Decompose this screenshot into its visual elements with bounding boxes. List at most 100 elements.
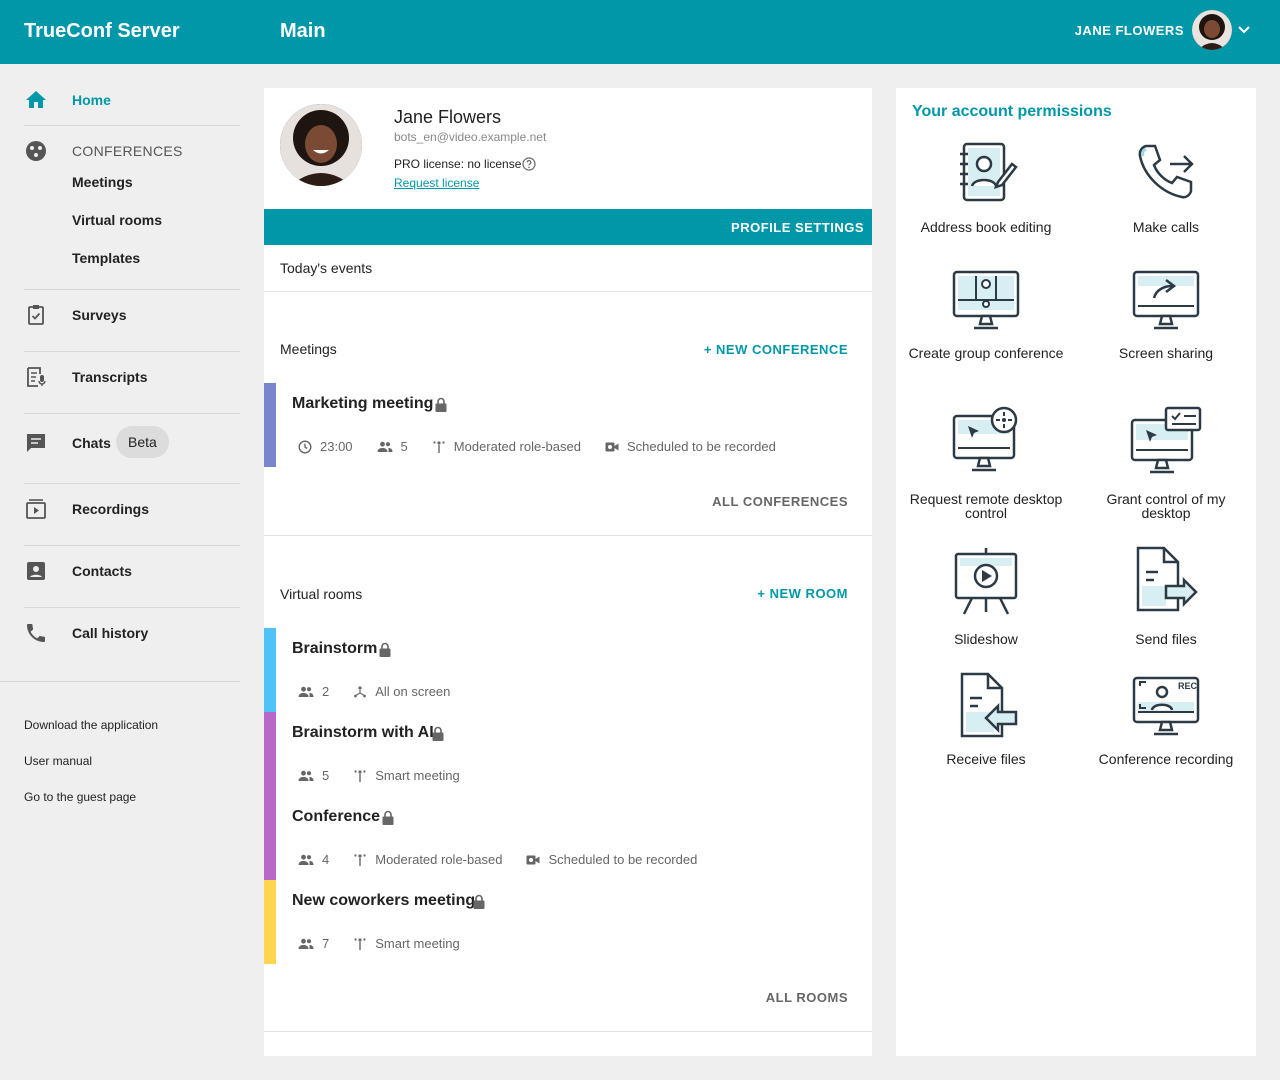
permission-make-calls: Make calls — [1076, 140, 1256, 234]
sidebar-item-transcripts[interactable]: Transcripts — [0, 357, 240, 397]
participant-count: 5 — [400, 439, 408, 454]
permission-label: Address book editing — [920, 219, 1052, 235]
list-item[interactable]: Marketing meeting 23:00 5 Moderated role… — [264, 383, 872, 467]
page-title: Main — [280, 20, 326, 42]
permission-send-files: Send files — [1076, 546, 1256, 646]
list-item[interactable]: Conference 4 Moderated role-based Schedu… — [264, 796, 872, 880]
sidebar-item-templates[interactable]: Templates — [72, 250, 140, 266]
user-name[interactable]: JANE FLOWERS — [1075, 23, 1184, 38]
sidebar-item-home[interactable]: Home — [0, 80, 240, 120]
sidebar-item-surveys[interactable]: Surveys — [0, 295, 240, 335]
divider — [24, 125, 240, 126]
room-mode: All on screen — [375, 684, 451, 699]
room-name[interactable]: Conference — [292, 808, 380, 826]
permission-receive-files: Receive files — [896, 672, 1076, 766]
list-item[interactable]: Brainstorm with AI 5 Smart meeting — [264, 712, 872, 796]
participants-icon — [298, 854, 314, 865]
lock-icon — [431, 726, 445, 742]
request-license-link[interactable]: Request license — [394, 176, 479, 190]
smart-meeting-icon — [354, 769, 366, 782]
record-icon — [605, 442, 619, 451]
meetings-title: Meetings — [280, 341, 337, 357]
profile-settings-bar: PROFILE SETTINGS — [264, 209, 872, 245]
participants-icon — [298, 938, 314, 949]
chat-icon — [24, 431, 48, 455]
permissions-card: Your account permissions Address book ed… — [896, 88, 1256, 1056]
all-rooms-button[interactable]: ALL ROOMS — [766, 990, 848, 1005]
top-bar: TrueConf Server Main JANE FLOWERS — [0, 0, 1280, 64]
main-card: Jane Flowers bots_en@video.example.net P… — [264, 88, 872, 1056]
recording-status: Scheduled to be recorded — [626, 439, 776, 454]
permission-address-book: Address book editing — [896, 140, 1076, 234]
chevron-down-icon[interactable] — [1236, 22, 1252, 38]
color-stripe — [264, 796, 276, 880]
divider — [24, 289, 240, 290]
permission-remote-control: Request remote desktop control — [896, 406, 1076, 520]
permission-grant-control: Grant control of my desktop — [1076, 406, 1256, 520]
slideshow-icon — [954, 548, 1018, 615]
smart-meeting-icon — [354, 937, 366, 950]
all-conferences-button[interactable]: ALL CONFERENCES — [712, 494, 848, 509]
participant-count: 7 — [322, 936, 330, 951]
conferences-icon — [24, 139, 48, 163]
virtual-rooms-title: Virtual rooms — [280, 586, 363, 602]
sidebar-item-call-history[interactable]: Call history — [0, 613, 240, 653]
sidebar-item-meetings[interactable]: Meetings — [72, 174, 133, 190]
divider — [24, 545, 240, 546]
divider — [24, 607, 240, 608]
user-manual-link[interactable]: User manual — [24, 754, 92, 768]
sidebar-item-label: Recordings — [72, 501, 150, 517]
remote-control-icon — [952, 406, 1018, 472]
lock-icon — [381, 810, 395, 826]
permission-slideshow: Slideshow — [896, 546, 1076, 646]
new-conference-button[interactable]: + NEW CONFERENCE — [704, 342, 848, 357]
sidebar-item-chats[interactable]: Chats Beta — [0, 423, 240, 463]
profile-email: bots_en@video.example.net — [394, 130, 547, 144]
license-status: PRO license: no license — [394, 157, 522, 171]
phone-icon — [24, 621, 48, 645]
profile-settings-button[interactable]: PROFILE SETTINGS — [731, 220, 864, 235]
transcript-icon — [24, 365, 48, 389]
brand-title[interactable]: TrueConf Server — [24, 20, 180, 43]
participants-icon — [298, 686, 314, 697]
meeting-name[interactable]: Marketing meeting — [292, 395, 433, 413]
grant-control-icon — [1130, 406, 1202, 474]
role-based-icon — [354, 853, 366, 866]
sidebar-item-recordings[interactable]: Recordings — [0, 489, 240, 529]
color-stripe — [264, 880, 276, 964]
room-name[interactable]: Brainstorm — [292, 640, 377, 658]
participant-count: 2 — [322, 684, 330, 699]
divider — [0, 681, 240, 682]
home-icon — [24, 88, 48, 112]
list-item[interactable]: New coworkers meeting 7 Smart meeting — [264, 880, 872, 964]
new-room-button[interactable]: + NEW ROOM — [757, 586, 848, 601]
participants-icon — [298, 770, 314, 781]
room-name[interactable]: New coworkers meeting — [292, 892, 475, 910]
sidebar: Home CONFERENCES Meetings Virtual rooms … — [0, 64, 240, 1080]
color-stripe — [264, 628, 276, 712]
svg-text:REC: REC — [1178, 681, 1198, 691]
lock-icon — [434, 397, 448, 413]
permission-label: Request remote desktop control — [909, 491, 1063, 521]
guest-page-link[interactable]: Go to the guest page — [24, 790, 136, 804]
avatar[interactable] — [1192, 10, 1232, 50]
room-mode: Moderated role-based — [375, 852, 503, 867]
help-icon[interactable] — [522, 157, 536, 171]
divider — [264, 291, 872, 292]
recordings-icon — [24, 497, 48, 521]
sidebar-item-virtual-rooms[interactable]: Virtual rooms — [72, 212, 162, 228]
sidebar-item-contacts[interactable]: Contacts — [0, 551, 240, 591]
record-icon — [526, 855, 540, 864]
list-item[interactable]: Brainstorm 2 All on screen — [264, 628, 872, 712]
download-app-link[interactable]: Download the application — [24, 718, 158, 732]
sidebar-item-label: Home — [72, 92, 111, 108]
profile-avatar — [280, 104, 362, 186]
room-name[interactable]: Brainstorm with AI — [292, 724, 434, 742]
participants-icon — [377, 441, 393, 452]
divider — [24, 351, 240, 352]
screen-share-icon — [1132, 270, 1200, 330]
participant-count: 4 — [322, 852, 330, 867]
sidebar-section-conferences: CONFERENCES — [0, 131, 240, 171]
permission-label: Create group conference — [908, 345, 1064, 361]
permission-group-conference: Create group conference — [896, 266, 1076, 360]
